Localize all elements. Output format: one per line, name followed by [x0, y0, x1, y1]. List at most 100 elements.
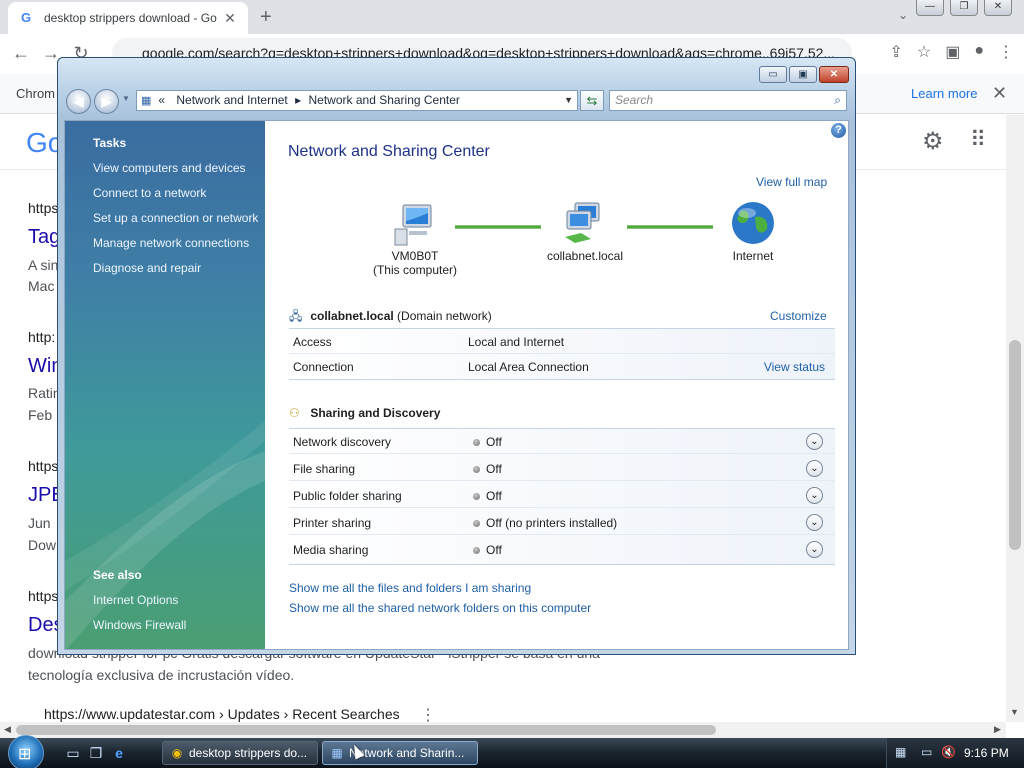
tray-app-icon[interactable]: ▦ [895, 745, 906, 759]
control-panel-icon: ▦ [141, 95, 152, 107]
scroll-left-arrow-icon[interactable]: ◀ [4, 724, 11, 735]
help-icon[interactable]: ? [831, 123, 846, 138]
address-dropdown-icon[interactable]: ▼ [564, 91, 573, 110]
bookmark-star-icon[interactable]: ☆ [917, 42, 931, 62]
search-icon[interactable]: ⌕ [834, 91, 841, 110]
window-controls: ▭ ▣ ✕ [759, 66, 849, 83]
connection-row: Connection Local Area Connection View st… [289, 354, 835, 379]
share-icon[interactable]: ⇪ [889, 42, 902, 62]
task-view-computers-link[interactable]: View computers and devices [93, 161, 246, 175]
status-dot-icon [473, 466, 480, 473]
page-horizontal-scrollbar[interactable]: ◀ ▶ [0, 722, 1006, 738]
show-desktop-icon[interactable]: ▭ [64, 744, 82, 762]
refresh-button[interactable]: ⇆ [580, 90, 604, 111]
profile-avatar-icon[interactable]: ● [974, 42, 984, 62]
result-url[interactable]: https [28, 200, 58, 216]
info-bar-close-icon[interactable]: ✕ [992, 83, 1007, 104]
file-sharing-row: File sharing Off ⌄ [289, 456, 835, 481]
more-menu-icon[interactable]: ⋮ [998, 42, 1014, 62]
browser-maximize-button[interactable]: ❐ [950, 0, 978, 16]
tab-close-icon[interactable]: ✕ [222, 10, 238, 27]
result-snippet: Dow [28, 537, 57, 553]
scroll-right-arrow-icon[interactable]: ▶ [994, 724, 1001, 735]
google-favicon-icon: G [20, 10, 32, 25]
taskbar-chrome-label: desktop strippers do... [189, 746, 308, 760]
network-name: collabnet.local [546, 249, 624, 263]
explorer-address-bar[interactable]: ▦ « Network and Internet ▸ Network and S… [136, 90, 578, 111]
internet-options-link[interactable]: Internet Options [93, 593, 178, 607]
internet-node[interactable]: Internet [703, 199, 803, 263]
address-prefix[interactable]: « [158, 93, 165, 107]
sharing-row-value: Off (no printers installed) [486, 516, 618, 530]
switch-windows-icon[interactable]: ❐ [87, 744, 105, 762]
tasks-heading: Tasks [93, 136, 127, 150]
close-button[interactable]: ✕ [819, 66, 849, 83]
learn-more-link[interactable]: Learn more [911, 86, 977, 101]
customize-link[interactable]: Customize [770, 309, 827, 323]
show-shared-folders-link[interactable]: Show me all the shared network folders o… [289, 601, 591, 615]
settings-gear-icon[interactable]: ⚙ [922, 127, 944, 156]
breadcrumb-network-sharing[interactable]: Network and Sharing Center [309, 93, 460, 107]
chrome-icon: ◉ [171, 746, 183, 760]
page-title: Network and Sharing Center [288, 143, 490, 160]
sharing-row-value: Off [486, 543, 502, 557]
scrollbar-thumb[interactable] [1009, 340, 1021, 550]
apps-grid-icon[interactable]: ⠿ [970, 127, 986, 153]
main-pane: ? Network and Sharing Center View full m… [265, 121, 848, 649]
page-vertical-scrollbar[interactable]: ▼ [1006, 115, 1024, 722]
result-url[interactable]: https [28, 588, 58, 604]
windows-firewall-link[interactable]: Windows Firewall [93, 618, 186, 632]
windows-logo-icon: ⊞ [18, 746, 32, 763]
recent-pages-dropdown-icon[interactable]: ▼ [122, 94, 130, 103]
network-section-type: (Domain network) [397, 309, 492, 323]
result-snippet: tecnología exclusiva de incrustación víd… [28, 667, 295, 683]
window-client-area: Tasks View computers and devices Connect… [64, 120, 849, 650]
scroll-down-arrow-icon[interactable]: ▼ [1010, 707, 1019, 717]
chevron-down-icon[interactable]: ⌄ [806, 541, 823, 558]
this-computer-node[interactable]: VM0B0T (This computer) [365, 199, 465, 277]
view-status-link[interactable]: View status [764, 360, 825, 374]
forward-button[interactable]: ▶ [94, 89, 119, 114]
clock[interactable]: 9:16 PM [964, 746, 1009, 760]
task-pane-swoosh [65, 421, 265, 649]
maximize-button[interactable]: ▣ [789, 66, 817, 83]
volume-muted-icon[interactable]: 🔇 [941, 745, 956, 759]
start-button[interactable]: ⊞ [8, 735, 44, 768]
task-connect-network-link[interactable]: Connect to a network [93, 186, 206, 200]
internet-label: Internet [732, 249, 774, 263]
result-url[interactable]: https://www.updatestar.com › Updates › R… [44, 706, 400, 722]
h-scrollbar-thumb[interactable] [16, 725, 716, 735]
network-node[interactable]: collabnet.local [535, 199, 635, 263]
view-full-map-link[interactable]: View full map [756, 175, 827, 189]
result-title[interactable]: Tag [28, 226, 60, 249]
new-tab-button[interactable]: + [260, 6, 272, 29]
browser-close-button[interactable]: ✕ [984, 0, 1012, 16]
task-diagnose-repair-link[interactable]: Diagnose and repair [93, 261, 201, 275]
internet-explorer-icon[interactable]: e [110, 744, 128, 762]
show-shared-files-link[interactable]: Show me all the files and folders I am s… [289, 581, 531, 595]
breadcrumb-separator-icon[interactable]: ▸ [295, 93, 301, 107]
breadcrumb-network-internet[interactable]: Network and Internet [176, 93, 287, 107]
taskbar-chrome-button[interactable]: ◉ desktop strippers do... [162, 741, 318, 765]
tab-search-icon[interactable]: ⌄ [898, 8, 908, 22]
back-button[interactable]: ◀ [66, 89, 91, 114]
browser-minimize-button[interactable]: — [916, 0, 944, 16]
result-url[interactable]: https [28, 458, 58, 474]
network-status-icon[interactable]: ▭ [921, 745, 932, 759]
chevron-down-icon[interactable]: ⌄ [806, 514, 823, 531]
side-panel-icon[interactable]: ▣ [945, 42, 960, 62]
chevron-down-icon[interactable]: ⌄ [806, 460, 823, 477]
minimize-button[interactable]: ▭ [759, 66, 787, 83]
task-setup-connection-link[interactable]: Set up a connection or network [93, 211, 258, 225]
access-label: Access [293, 335, 332, 349]
back-arrow-icon[interactable]: ← [6, 43, 36, 64]
result-url[interactable]: http: [28, 329, 55, 345]
taskbar-network-button[interactable]: ▦ Network and Sharin... [322, 741, 478, 765]
sharing-row-value: Off [486, 462, 502, 476]
network-details-box: Access Local and Internet Connection Loc… [289, 328, 835, 380]
search-input[interactable]: Search ⌕ [609, 90, 847, 111]
browser-tab[interactable]: G desktop strippers download - Go ✕ [8, 2, 248, 34]
task-manage-connections-link[interactable]: Manage network connections [93, 236, 249, 250]
chevron-down-icon[interactable]: ⌄ [806, 433, 823, 450]
chevron-down-icon[interactable]: ⌄ [806, 487, 823, 504]
